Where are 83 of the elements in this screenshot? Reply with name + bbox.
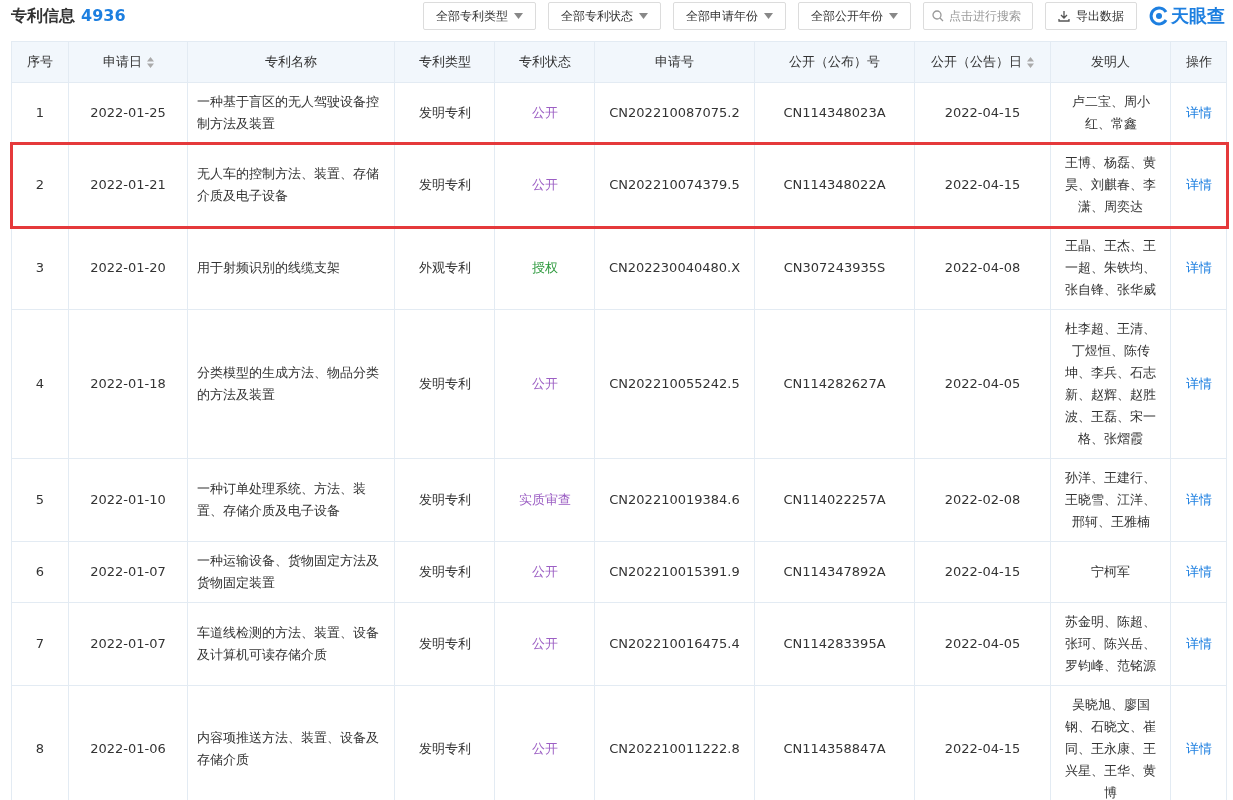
- table-cell: 2022-04-08: [914, 226, 1051, 310]
- table-cell: 发明专利: [394, 458, 495, 542]
- table-cell: 宁柯军: [1050, 541, 1171, 603]
- column-header: 操作: [1170, 41, 1227, 83]
- table-cell: CN114283395A: [754, 602, 915, 686]
- details-link[interactable]: 详情: [1185, 564, 1212, 579]
- column-header: 专利类型: [394, 41, 495, 83]
- table-cell: CN202210015391.9: [594, 541, 755, 603]
- caret-icon: [514, 13, 523, 19]
- column-header: 专利名称: [187, 41, 395, 83]
- table-cell: 5: [11, 458, 69, 542]
- table-cell: 发明专利: [394, 309, 495, 459]
- table-cell: 2022-01-07: [68, 602, 188, 686]
- table-cell: 2022-01-07: [68, 541, 188, 603]
- column-header[interactable]: 申请日: [68, 41, 188, 83]
- status-cell: 公开: [494, 309, 595, 459]
- section-title: 专利信息: [11, 5, 75, 25]
- logo-icon: [1149, 6, 1169, 26]
- details-link[interactable]: 详情: [1185, 492, 1212, 507]
- table-cell: 2022-04-05: [914, 309, 1051, 459]
- table-cell: 8: [11, 685, 69, 800]
- status-cell: 公开: [494, 541, 595, 603]
- table-cell: CN202210019384.6: [594, 458, 755, 542]
- column-header: 申请号: [594, 41, 755, 83]
- table-cell: 用于射频识别的线缆支架: [187, 226, 395, 310]
- search-icon: [932, 10, 944, 22]
- table-cell: 外观专利: [394, 226, 495, 310]
- search-field[interactable]: 点击进行搜索: [923, 2, 1033, 30]
- caret-icon: [764, 13, 773, 19]
- table-cell: 2022-04-15: [914, 541, 1051, 603]
- table-cell: 苏金明、陈超、张珂、陈兴岳、罗钧峰、范铭源: [1050, 602, 1171, 686]
- table-cell: 分类模型的生成方法、物品分类的方法及装置: [187, 309, 395, 459]
- column-header: 序号: [11, 41, 69, 83]
- filter-dropdown[interactable]: 全部专利状态: [548, 2, 661, 30]
- table-cell: 7: [11, 602, 69, 686]
- table-cell: CN202210016475.4: [594, 602, 755, 686]
- brand-logo-text: 天眼查: [1171, 4, 1225, 28]
- details-link[interactable]: 详情: [1185, 260, 1212, 275]
- table-cell: 6: [11, 541, 69, 603]
- sort-icon: [146, 56, 154, 68]
- export-button[interactable]: 导出数据: [1045, 2, 1137, 30]
- table-cell: 2022-02-08: [914, 458, 1051, 542]
- details-link[interactable]: 详情: [1185, 177, 1212, 192]
- details-link[interactable]: 详情: [1185, 376, 1212, 391]
- download-icon: [1058, 10, 1070, 22]
- details-link[interactable]: 详情: [1185, 105, 1212, 120]
- table-cell: 发明专利: [394, 602, 495, 686]
- table-cell: 3: [11, 226, 69, 310]
- table-cell: CN114347892A: [754, 541, 915, 603]
- table-cell: 一种运输设备、货物固定方法及货物固定装置: [187, 541, 395, 603]
- status-cell: 公开: [494, 602, 595, 686]
- table-cell: CN202210055242.5: [594, 309, 755, 459]
- caret-icon: [889, 13, 898, 19]
- table-cell: CN114022257A: [754, 458, 915, 542]
- table-cell: 4: [11, 309, 69, 459]
- caret-icon: [639, 13, 648, 19]
- table-cell: 杜李超、王清、丁煜恒、陈传坤、李兵、石志新、赵辉、赵胜波、王磊、宋一格、张熠霞: [1050, 309, 1171, 459]
- table-cell: 2022-01-10: [68, 458, 188, 542]
- table-cell: CN114282627A: [754, 309, 915, 459]
- filter-dropdown[interactable]: 全部公开年份: [798, 2, 911, 30]
- column-header: 公开（公布）号: [754, 41, 915, 83]
- sort-icon: [1027, 56, 1034, 68]
- table-cell: 发明专利: [394, 541, 495, 603]
- table-cell: 孙洋、王建行、王晓雪、江洋、邢轲、王雅楠: [1050, 458, 1171, 542]
- details-link[interactable]: 详情: [1185, 741, 1212, 756]
- status-cell: 实质审查: [494, 458, 595, 542]
- patent-count: 4936: [81, 5, 126, 25]
- table-cell: CN202230040480.X: [594, 226, 755, 310]
- column-header: 专利状态: [494, 41, 595, 83]
- table-cell: 王晶、王杰、王一超、朱铁均、张自锋、张华威: [1050, 226, 1171, 310]
- table-cell: 2022-01-18: [68, 309, 188, 459]
- column-header: 发明人: [1050, 41, 1171, 83]
- status-cell: 授权: [494, 226, 595, 310]
- filter-dropdown[interactable]: 全部专利类型: [423, 2, 536, 30]
- table-cell: 1: [11, 82, 69, 144]
- column-header[interactable]: 公开（公告）日: [914, 41, 1051, 83]
- table-cell: 一种订单处理系统、方法、装置、存储介质及电子设备: [187, 458, 395, 542]
- table-cell: CN307243935S: [754, 226, 915, 310]
- table-cell: 2022-04-05: [914, 602, 1051, 686]
- filter-dropdown[interactable]: 全部申请年份: [673, 2, 786, 30]
- details-link[interactable]: 详情: [1185, 636, 1212, 651]
- table-cell: 车道线检测的方法、装置、设备及计算机可读存储介质: [187, 602, 395, 686]
- table-cell: 2022-01-20: [68, 226, 188, 310]
